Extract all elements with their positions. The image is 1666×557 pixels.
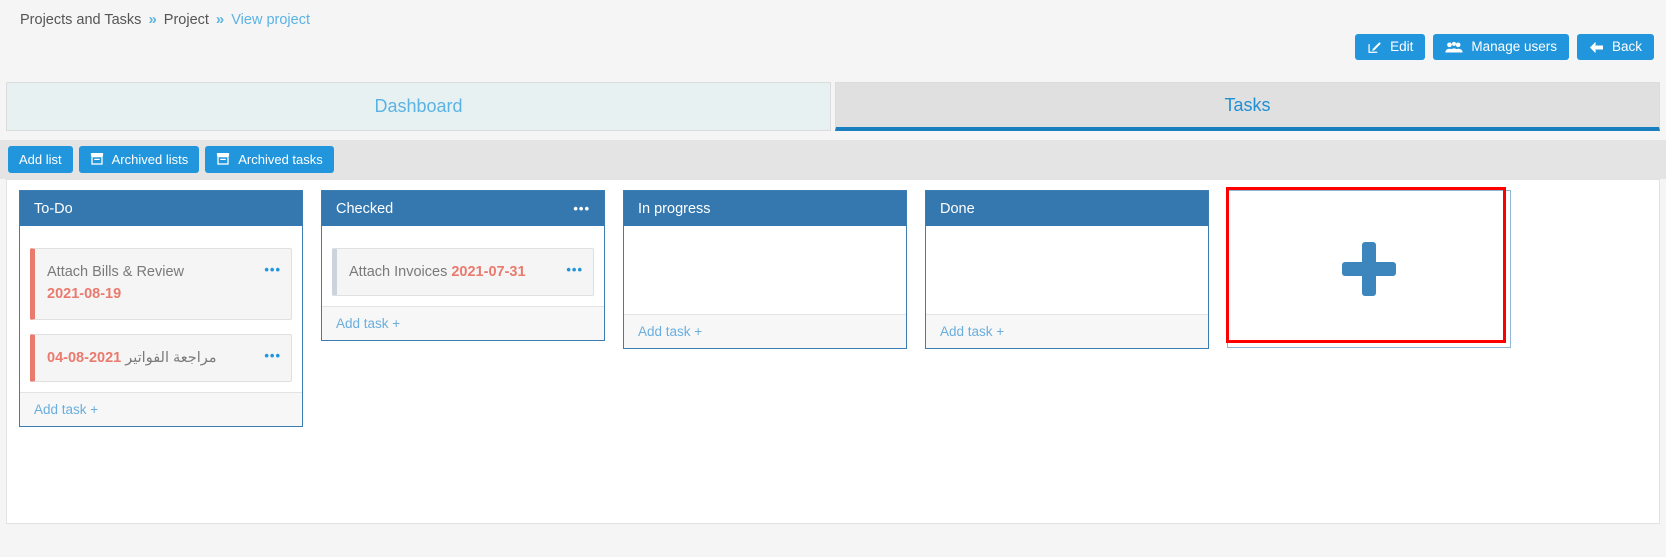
task-text: مراجعة الفواتير 2021-08-04 [47,347,217,369]
list-title: To-Do [34,201,73,217]
list-title: In progress [638,201,711,217]
breadcrumb: Projects and Tasks » Project » View proj… [20,11,310,28]
archive-box-icon [216,152,230,167]
board-container: To-DoAttach Bills & Review2021-08-19•••م… [6,179,1660,524]
task-due-date: 2021-08-19 [47,286,121,302]
breadcrumb-separator-icon: » [148,11,156,28]
list-header: Checked ••• [322,191,604,226]
task-text: Attach Invoices 2021-07-31 [349,261,526,283]
back-button-label: Back [1612,40,1642,54]
task-due-date: 2021-07-31 [451,264,525,280]
task-title: Attach Invoices [349,264,447,280]
list-header: In progress [624,191,906,226]
archived-tasks-button[interactable]: Archived tasks [205,146,334,173]
task-menu-icon[interactable]: ••• [264,261,281,279]
archived-lists-button[interactable]: Archived lists [79,146,200,173]
list-column: Checked•••Attach Invoices 2021-07-31•••A… [321,190,605,341]
task-title: مراجعة الفواتير [125,350,216,366]
tab-dashboard-label: Dashboard [374,96,462,117]
add-task-link[interactable]: Add task + [20,392,302,426]
edit-pencil-icon [1367,40,1382,54]
task-card[interactable]: Attach Bills & Review 2021-08-19 ••• [30,248,292,320]
task-menu-icon[interactable]: ••• [264,347,281,365]
list-task-area [926,226,1208,314]
breadcrumb-separator-icon: » [216,11,224,28]
edit-button-label: Edit [1390,40,1413,54]
edit-button[interactable]: Edit [1355,34,1425,60]
add-list-button[interactable]: Add list [8,146,73,173]
manage-users-button[interactable]: Manage users [1433,34,1569,60]
task-title: Attach Bills & Review [47,264,184,280]
archived-tasks-button-label: Archived tasks [238,153,323,166]
kanban-board: To-DoAttach Bills & Review2021-08-19•••م… [19,190,1511,427]
add-task-link[interactable]: Add task + [624,314,906,348]
back-button[interactable]: Back [1577,34,1654,60]
list-column: Done Add task + [925,190,1209,349]
list-title: Checked [336,201,393,217]
tab-dashboard[interactable]: Dashboard [6,82,831,131]
plus-icon [1342,242,1396,296]
task-card[interactable]: Attach Invoices 2021-07-31 ••• [332,248,594,296]
list-title: Done [940,201,975,217]
manage-users-button-label: Manage users [1471,40,1557,54]
arrow-left-icon [1589,41,1604,54]
add-list-button-label: Add list [19,153,62,166]
list-column: To-DoAttach Bills & Review2021-08-19•••م… [19,190,303,427]
add-list-card[interactable] [1227,190,1511,348]
kanban-page: Projects and Tasks » Project » View proj… [0,0,1666,557]
list-task-area: Attach Invoices 2021-07-31 ••• [322,226,604,306]
list-header: To-Do [20,191,302,226]
list-menu-icon[interactable]: ••• [573,202,590,215]
tab-tasks[interactable]: Tasks [835,82,1660,131]
page-actions: Edit Manage users Back [1355,34,1654,60]
list-column: In progress Add task + [623,190,907,349]
tab-tasks-label: Tasks [1224,95,1270,116]
breadcrumb-item-view-project[interactable]: View project [231,12,310,28]
tab-bar: Dashboard Tasks [6,82,1660,131]
task-menu-icon[interactable]: ••• [566,261,583,279]
archived-lists-button-label: Archived lists [112,153,189,166]
task-text: Attach Bills & Review 2021-08-19 [47,261,184,306]
list-task-area [624,226,906,314]
add-task-link[interactable]: Add task + [322,306,604,340]
task-card[interactable]: مراجعة الفواتير 2021-08-04 ••• [30,334,292,382]
task-due-date: 2021-08-04 [47,350,121,366]
list-task-area: Attach Bills & Review2021-08-19•••مراجعة… [20,226,302,392]
breadcrumb-item-project[interactable]: Project [164,12,209,28]
list-header: Done [926,191,1208,226]
add-task-link[interactable]: Add task + [926,314,1208,348]
breadcrumb-item-projects-and-tasks[interactable]: Projects and Tasks [20,12,141,28]
archive-box-icon [90,152,104,167]
board-toolbar: Add list Archived lists Archived tasks [8,146,334,173]
users-icon [1445,41,1463,54]
